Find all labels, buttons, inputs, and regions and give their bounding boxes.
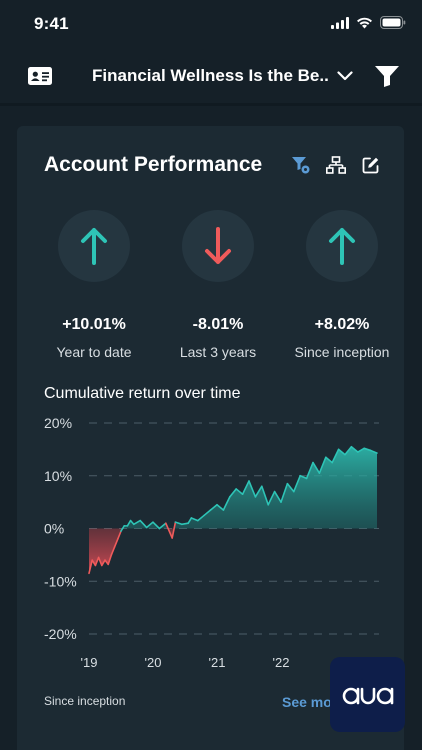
wifi-icon xyxy=(357,17,372,28)
x-tick-label: '20 xyxy=(145,655,162,670)
edit-button[interactable] xyxy=(360,154,382,176)
edit-icon xyxy=(362,157,379,174)
nav-title: Financial Wellness Is the Be.. xyxy=(92,66,329,85)
cumulative-return-chart: 20% 10% 0% -10% -20% '19 '20 '21 '22 xyxy=(44,415,379,670)
chart-title: Cumulative return over time xyxy=(44,385,241,402)
metric-circle xyxy=(182,210,254,282)
metric-value: -8.01% xyxy=(192,316,244,333)
metric-3y: -8.01% Last 3 years xyxy=(153,210,283,360)
metric-label: Last 3 years xyxy=(179,344,257,360)
status-time: 9:41 xyxy=(34,14,69,33)
sitemap-icon xyxy=(326,156,346,174)
contact-card-icon[interactable] xyxy=(27,66,53,86)
return-line-segment xyxy=(181,522,189,526)
negative-return-area xyxy=(89,528,377,574)
arrow-up-icon xyxy=(81,228,107,265)
metric-circle xyxy=(58,210,130,282)
card-title: Account Performance xyxy=(44,153,263,176)
arrow-up-icon xyxy=(329,228,355,265)
account-selector[interactable]: Financial Wellness Is the Be.. xyxy=(92,66,353,86)
arrow-down-icon xyxy=(205,227,231,264)
metric-value: +10.01% xyxy=(62,316,126,333)
status-icons xyxy=(331,16,406,29)
metric-ytd: +10.01% Year to date xyxy=(29,210,159,360)
metric-value: +8.02% xyxy=(314,316,370,333)
y-tick-label: -20% xyxy=(44,626,77,642)
metric-inception: +8.02% Since inception xyxy=(277,210,407,360)
x-tick-label: '22 xyxy=(273,655,290,670)
metric-label: Since inception xyxy=(294,344,390,360)
app-logo-badge[interactable] xyxy=(330,657,405,732)
signal-icon xyxy=(331,16,349,29)
metric-label: Year to date xyxy=(56,344,132,360)
card-actions xyxy=(290,154,382,176)
nav-bar: Financial Wellness Is the Be.. xyxy=(0,50,422,102)
metric-circle xyxy=(306,210,378,282)
nav-divider xyxy=(0,103,422,106)
period-label: Since inception xyxy=(44,694,126,708)
chevron-down-icon xyxy=(337,71,353,81)
hierarchy-button[interactable] xyxy=(325,154,347,176)
y-tick-label: 10% xyxy=(44,468,72,484)
battery-icon xyxy=(380,16,406,29)
metrics-row: +10.01% Year to date -8.01% Last 3 years… xyxy=(17,210,404,360)
filter-icon[interactable] xyxy=(374,64,400,88)
filter-settings-button[interactable] xyxy=(290,154,312,176)
aua-logo-icon xyxy=(342,687,393,704)
status-bar: 9:41 xyxy=(0,0,422,50)
y-tick-label: 20% xyxy=(44,415,72,431)
y-tick-label: 0% xyxy=(44,521,64,537)
x-tick-label: '19 xyxy=(81,655,98,670)
filter-settings-icon xyxy=(292,157,310,174)
x-tick-label: '21 xyxy=(209,655,226,670)
y-tick-label: -10% xyxy=(44,573,77,589)
see-more-link[interactable]: See mo xyxy=(282,694,332,710)
